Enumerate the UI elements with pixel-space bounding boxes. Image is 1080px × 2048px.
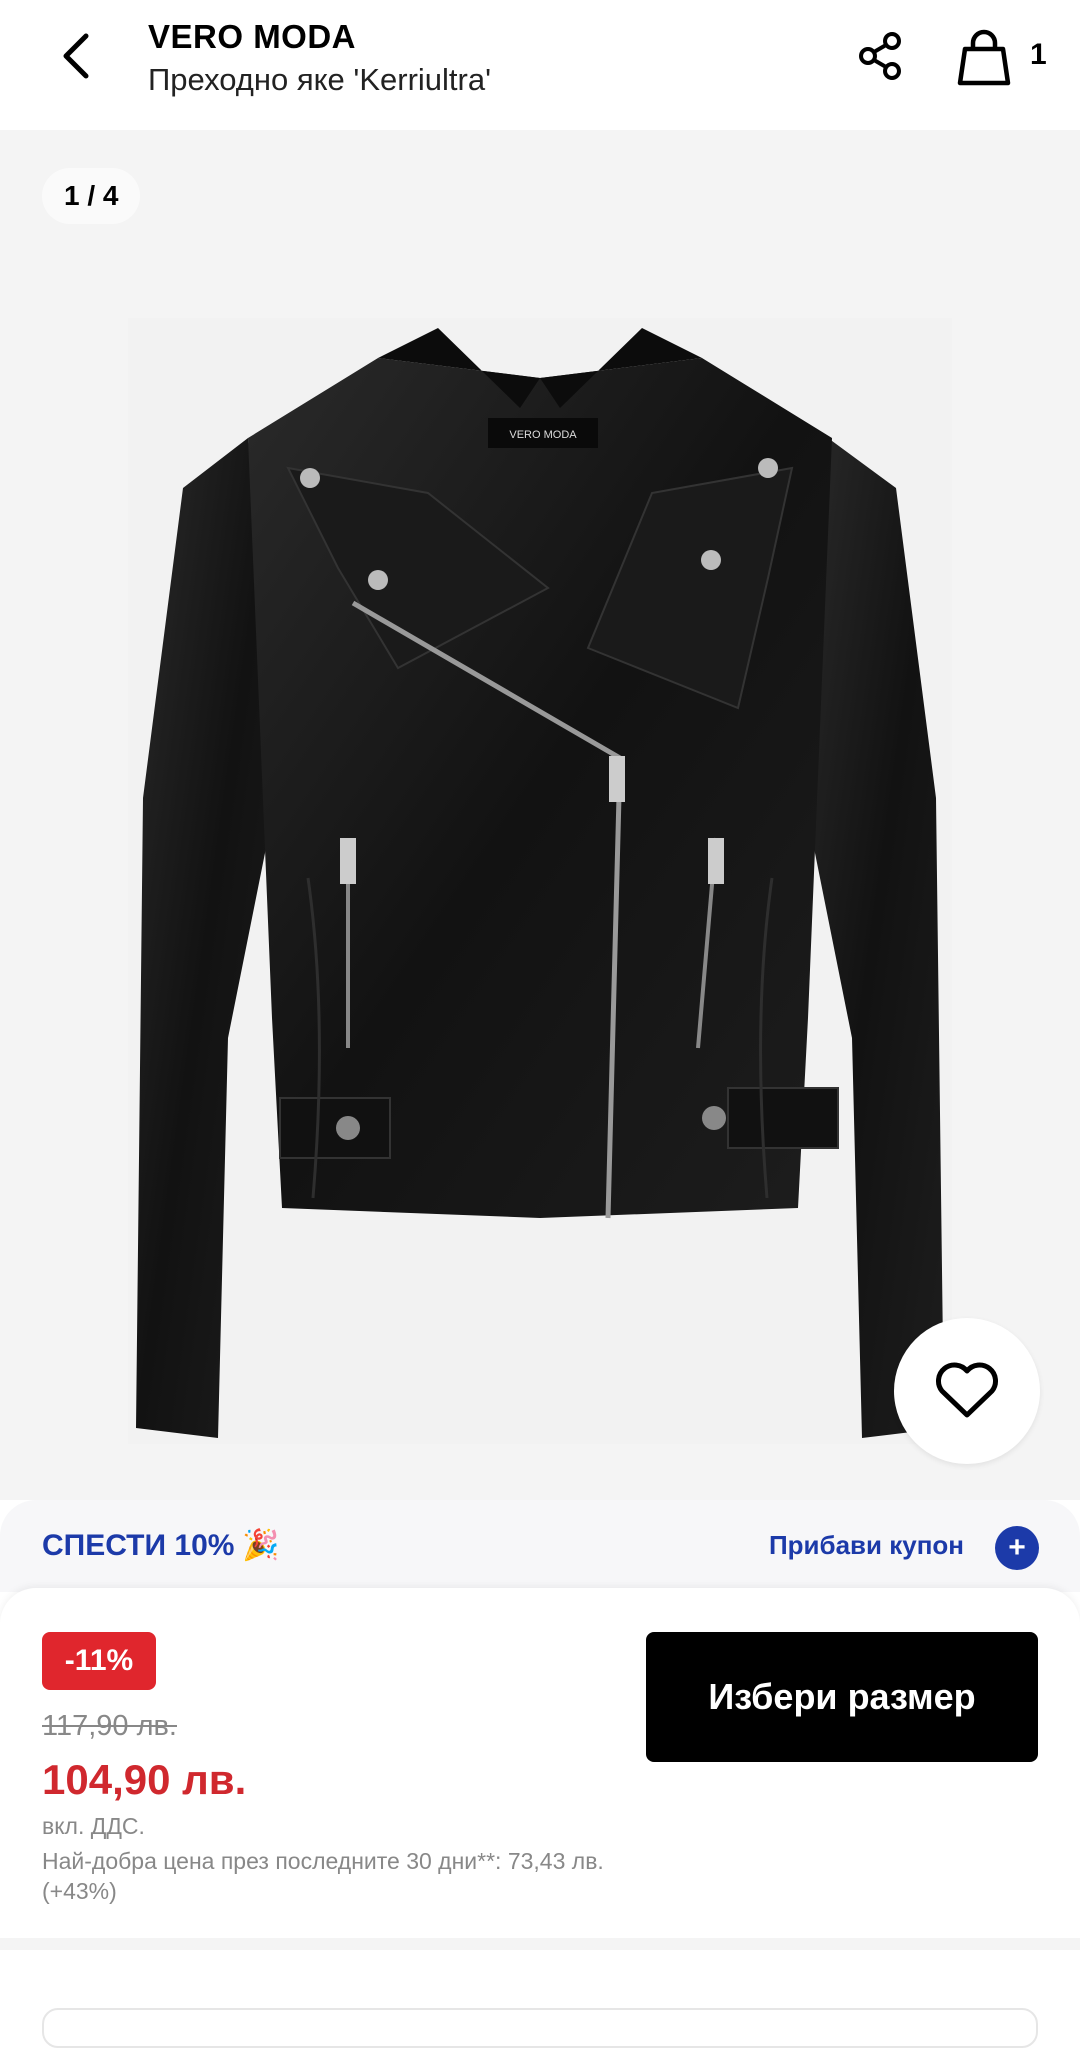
- discount-badge: -11%: [42, 1632, 156, 1690]
- wishlist-button[interactable]: [894, 1318, 1040, 1464]
- chevron-left-icon: [63, 33, 89, 79]
- party-popper-icon: 🎉: [242, 1529, 280, 1562]
- heart-icon: [936, 1362, 998, 1418]
- coupon-offer: СПЕСТИ 10% 🎉: [42, 1528, 280, 1563]
- product-title: Преходно яке 'Kerriultra': [148, 62, 491, 97]
- share-button[interactable]: [852, 28, 908, 84]
- product-image[interactable]: VERO MODA: [128, 318, 952, 1444]
- shopping-bag-icon: [957, 29, 1011, 86]
- coupon-offer-text: СПЕСТИ 10%: [42, 1528, 235, 1562]
- jacket-image: VERO MODA: [136, 328, 944, 1438]
- shopping-bag-button[interactable]: [952, 24, 1016, 90]
- bag-count-badge: 1: [1030, 38, 1047, 71]
- price-panel: -11% 117,90 лв. 104,90 лв. вкл. ДДС. Най…: [0, 1588, 1080, 1938]
- old-price: 117,90 лв.: [42, 1710, 177, 1742]
- coupon-banner[interactable]: СПЕСТИ 10% 🎉 Прибави купон +: [0, 1500, 1080, 1592]
- vat-note: вкл. ДДС.: [42, 1813, 145, 1839]
- section-divider: [0, 1938, 1080, 1950]
- brand-name[interactable]: VERO MODA: [148, 18, 356, 56]
- add-coupon-link[interactable]: Прибави купон: [769, 1530, 964, 1561]
- product-gallery[interactable]: 1 / 4 VERO MODA: [0, 130, 1080, 1500]
- choose-size-button[interactable]: Избери размер: [646, 1632, 1038, 1762]
- app-header: VERO MODA Преходно яке 'Kerriultra' 1: [0, 0, 1080, 130]
- best-price-note: Най-добра цена през последните 30 дни**:…: [42, 1848, 604, 1904]
- back-button[interactable]: [48, 28, 104, 84]
- share-icon: [859, 32, 901, 80]
- next-section-card[interactable]: [42, 2008, 1038, 2048]
- plus-icon[interactable]: +: [995, 1526, 1039, 1570]
- sale-price: 104,90 лв.: [42, 1756, 247, 1803]
- jacket-label-text: VERO MODA: [509, 429, 577, 441]
- image-pager: 1 / 4: [42, 168, 141, 224]
